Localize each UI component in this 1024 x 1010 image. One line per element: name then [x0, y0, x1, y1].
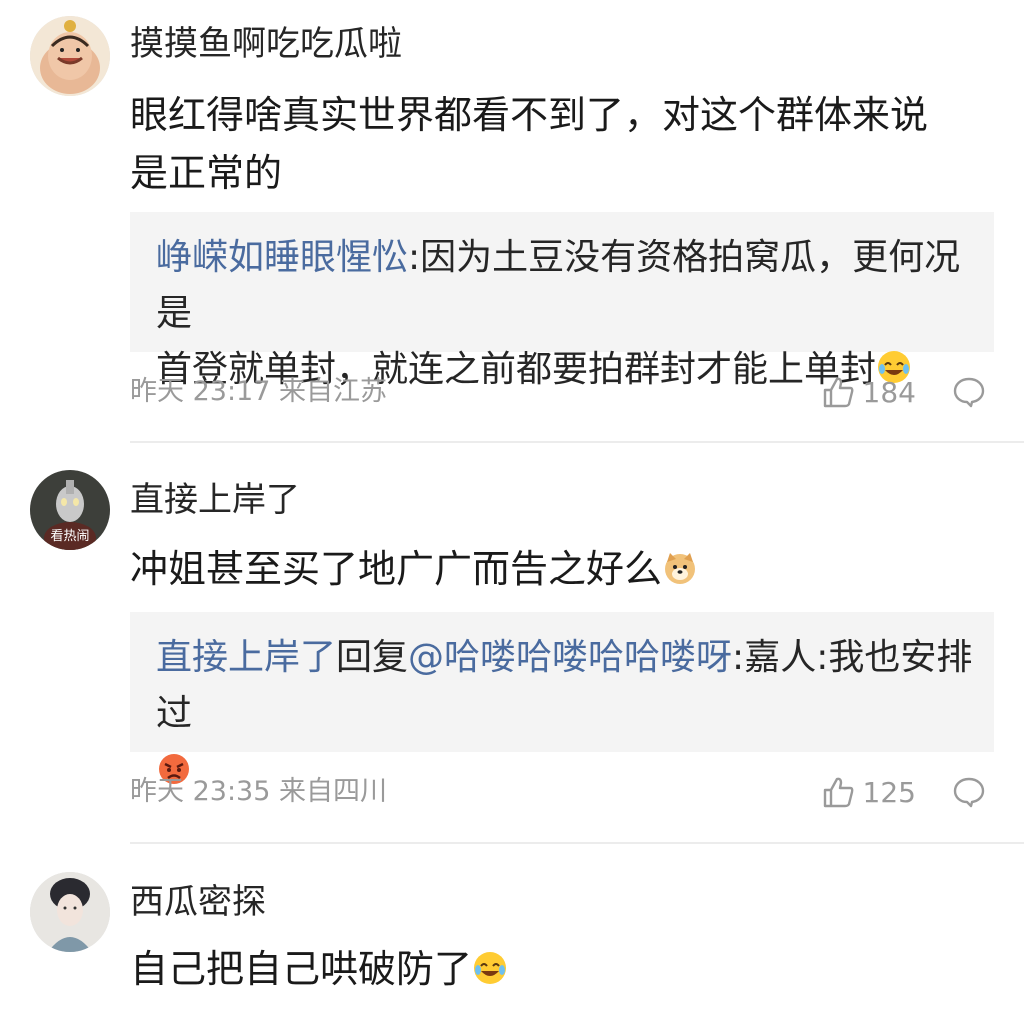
reply-separator: : [732, 637, 745, 678]
avatar[interactable] [30, 872, 110, 952]
avatar[interactable] [30, 16, 110, 96]
divider [130, 842, 1024, 844]
comment-text-line: 是正常的 [130, 151, 283, 195]
comment-text: 眼红得啥真实世界都看不到了，对这个群体来说 是正常的 [130, 86, 980, 202]
comment-meta: 昨天 23:35 来自四川 [130, 776, 387, 808]
laugh-cry-emoji [474, 952, 507, 984]
timestamp: 昨天 23:35 [130, 776, 271, 807]
divider [130, 441, 1024, 443]
reply-box[interactable]: 峥嵘如睡眼惺忪:因为土豆没有资格拍窝瓜，更何况是 首登就单封，就连之前都要拍群封… [130, 212, 994, 390]
comment-actions: 184 [821, 372, 986, 412]
mention-link[interactable]: @哈喽哈喽哈哈喽呀 [408, 637, 732, 678]
comment-meta: 昨天 23:17 来自江苏 [130, 376, 387, 408]
comment-actions: 125 [821, 772, 986, 812]
comment-text-line: 自己把自己哄破防了 [130, 947, 473, 991]
comment-text-line: 冲姐甚至买了地广广而告之好么 [130, 547, 663, 591]
username[interactable]: 摸摸鱼啊吃吃瓜啦 [130, 24, 402, 64]
location: 来自江苏 [279, 376, 387, 407]
comment-icon[interactable] [952, 775, 986, 809]
like-count[interactable]: 184 [863, 376, 916, 409]
username[interactable]: 西瓜密探 [130, 882, 266, 922]
like-icon[interactable] [821, 375, 855, 409]
location: 来自四川 [279, 776, 387, 807]
doge-emoji [665, 553, 696, 584]
avatar[interactable]: 看热闹 [30, 470, 110, 550]
timestamp: 昨天 23:17 [130, 376, 271, 407]
comment-text: 自己把自己哄破防了 [130, 940, 980, 998]
reply-author-link[interactable]: 直接上岸了 [156, 637, 336, 678]
like-count[interactable]: 125 [863, 776, 916, 809]
like-icon[interactable] [821, 775, 855, 809]
reply-separator: : [408, 237, 421, 278]
username[interactable]: 直接上岸了 [130, 480, 300, 520]
reply-box[interactable]: 直接上岸了回复@哈喽哈喽哈哈喽呀:嘉人:我也安排过 [130, 612, 994, 784]
comment-text-line: 眼红得啥真实世界都看不到了，对这个群体来说 [130, 93, 929, 137]
reply-action: 回复 [336, 637, 409, 678]
avatar-badge: 看热闹 [50, 529, 90, 544]
reply-author-link[interactable]: 峥嵘如睡眼惺忪 [156, 237, 408, 278]
comment-icon[interactable] [952, 375, 986, 409]
comment-text: 冲姐甚至买了地广广而告之好么 [130, 540, 980, 598]
